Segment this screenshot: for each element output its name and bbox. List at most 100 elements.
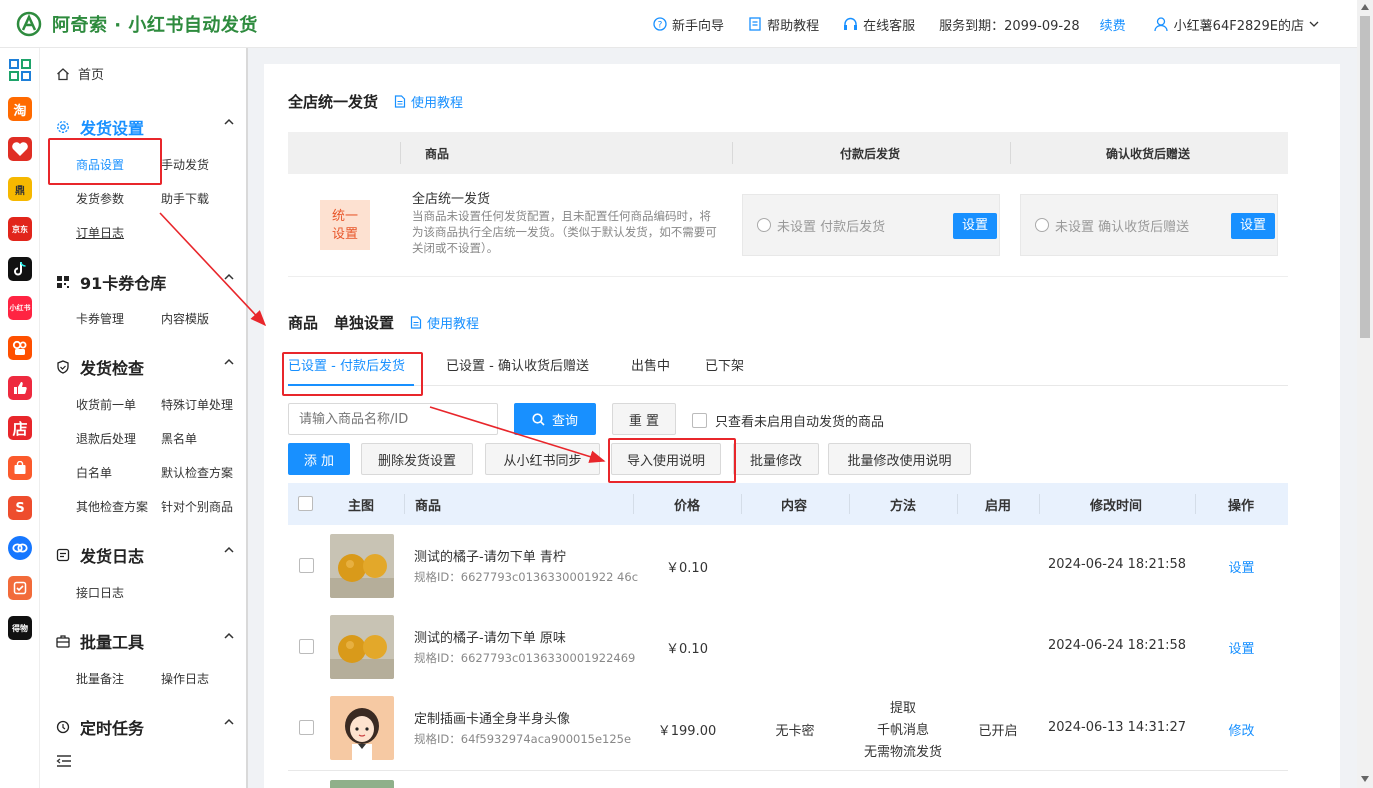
- menu-item-order-log[interactable]: 订单日志: [76, 224, 124, 241]
- menu-group-title: 定时任务: [80, 719, 145, 738]
- thumb-icon[interactable]: [8, 376, 32, 400]
- row-checkbox[interactable]: [299, 720, 314, 735]
- product-image[interactable]: [330, 780, 394, 788]
- row-set-button[interactable]: 设置: [1195, 557, 1288, 576]
- menu-item-other-check[interactable]: 其他检查方案: [76, 498, 148, 515]
- method-line: 无需物流发货: [863, 745, 942, 760]
- menu-item-batch-note[interactable]: 批量备注: [76, 670, 124, 687]
- annotation-box-import-button: [608, 438, 736, 483]
- menu-item-whitelist[interactable]: 白名单: [76, 464, 112, 481]
- menu-group-title: 发货检查: [80, 359, 145, 378]
- menu-item-operation-log[interactable]: 操作日志: [161, 670, 209, 687]
- menu-group-scheduled-tasks[interactable]: 定时任务: [56, 715, 234, 739]
- delete-settings-button[interactable]: 删除发货设置: [361, 443, 473, 475]
- only-unenabled-checkbox[interactable]: [692, 413, 707, 428]
- guide-link[interactable]: ? 新手向导: [653, 15, 724, 34]
- menu-item-per-product[interactable]: 针对个别商品: [161, 498, 233, 515]
- product-price: ￥0.10: [666, 642, 708, 657]
- tab-configured-confirm-gift[interactable]: 已设置 - 确认收货后赠送: [446, 355, 589, 374]
- row-checkbox[interactable]: [299, 639, 314, 654]
- global-tutorial-link[interactable]: 使用教程: [394, 92, 463, 111]
- annotation-box-product-settings: [48, 138, 162, 185]
- query-button[interactable]: 查询: [514, 403, 596, 435]
- app-logo[interactable]: 阿奇索 · 小红书自动发货: [14, 9, 258, 39]
- sync-button[interactable]: 从小红书同步: [485, 443, 600, 475]
- renew-link[interactable]: 续费: [1100, 15, 1126, 34]
- menu-scrollbar[interactable]: [246, 48, 248, 788]
- jd-icon[interactable]: 京东: [8, 217, 32, 241]
- kuaishou-icon[interactable]: [8, 336, 32, 360]
- clock-icon: [56, 720, 70, 734]
- menu-item-default-check[interactable]: 默认检查方案: [161, 464, 233, 481]
- dewu-icon[interactable]: 得物: [8, 616, 32, 640]
- menu-item-manual-ship[interactable]: 手动发货: [161, 156, 209, 173]
- select-all-checkbox[interactable]: [298, 496, 313, 511]
- xiaohongshu-icon[interactable]: 小红书: [8, 296, 32, 320]
- product-search-input[interactable]: [288, 403, 498, 435]
- shopee-icon[interactable]: S: [8, 496, 32, 520]
- search-icon: [532, 412, 545, 426]
- tab-off-shelf[interactable]: 已下架: [705, 355, 744, 374]
- pinduoduo-icon[interactable]: [8, 137, 32, 161]
- confirm-gift-set-button[interactable]: 设置: [1231, 213, 1275, 239]
- menu-group-ship-settings[interactable]: 发货设置: [56, 115, 234, 139]
- menu-item-content-template[interactable]: 内容模版: [161, 310, 209, 327]
- radio-icon[interactable]: [1035, 218, 1049, 232]
- menu-group-ship-check[interactable]: 发货检查: [56, 355, 234, 379]
- product-image-orange[interactable]: [330, 615, 394, 679]
- menu-item-ship-params[interactable]: 发货参数: [76, 190, 124, 207]
- batch-edit-desc-button[interactable]: 批量修改使用说明: [828, 443, 971, 475]
- douyin-mall-icon[interactable]: 鼎: [8, 177, 32, 201]
- product-image-avatar[interactable]: [330, 696, 394, 760]
- product-sku: 规格ID：6627793c0136330001922469: [414, 651, 636, 665]
- menu-item-after-refund[interactable]: 退款后处理: [76, 430, 136, 447]
- menu-home[interactable]: 首页: [56, 64, 104, 83]
- reset-button[interactable]: 重 置: [612, 403, 676, 435]
- collapse-menu-button[interactable]: [56, 754, 72, 772]
- help-link[interactable]: 帮助教程: [748, 15, 819, 34]
- only-unenabled-option[interactable]: 只查看未启用自动发货的商品: [692, 411, 884, 430]
- row-set-button[interactable]: 设置: [1195, 638, 1288, 657]
- menu-group-ship-log[interactable]: 发货日志: [56, 543, 234, 567]
- taobao-icon[interactable]: 淘: [8, 97, 32, 121]
- menu-item-helper-download[interactable]: 助手下载: [161, 190, 209, 207]
- support-link[interactable]: 在线客服: [843, 15, 915, 34]
- tutorial-label: 使用教程: [411, 96, 464, 111]
- product-image-orange[interactable]: [330, 534, 394, 598]
- document-icon: [394, 95, 406, 108]
- menu-item-card-management[interactable]: 卡券管理: [76, 310, 124, 327]
- page-scrollbar[interactable]: [1357, 0, 1373, 788]
- tab-on-sale[interactable]: 出售中: [631, 355, 670, 374]
- product-title-b: 单独设置: [334, 314, 395, 332]
- th-method: 方法: [890, 499, 917, 514]
- tiktok-icon[interactable]: [8, 257, 32, 281]
- th-action: 操作: [1228, 499, 1255, 514]
- menu-item-api-log[interactable]: 接口日志: [76, 584, 124, 601]
- check-app-icon[interactable]: [8, 576, 32, 600]
- grid-app-icon[interactable]: [8, 58, 32, 82]
- question-icon: ?: [653, 17, 667, 31]
- scrollbar-thumb[interactable]: [1360, 16, 1370, 338]
- store-app-icon[interactable]: 店: [8, 416, 32, 440]
- menu-item-blacklist[interactable]: 黑名单: [161, 430, 197, 447]
- add-button[interactable]: 添 加: [288, 443, 350, 475]
- radio-icon[interactable]: [757, 218, 771, 232]
- pay-ship-set-button[interactable]: 设置: [953, 213, 997, 239]
- menu-item-special-orders[interactable]: 特殊订单处理: [161, 396, 233, 413]
- help-label: 帮助教程: [767, 18, 820, 34]
- toolbox-icon: [56, 634, 70, 648]
- link-app-icon[interactable]: [8, 536, 32, 560]
- menu-item-before-receipt[interactable]: 收货前一单: [76, 396, 136, 413]
- row-checkbox[interactable]: [299, 558, 314, 573]
- row-edit-button[interactable]: 修改: [1195, 720, 1288, 739]
- menu-group-card-warehouse[interactable]: 91卡券仓库: [56, 270, 234, 294]
- global-desc: 当商品未设置任何发货配置，且未配置任何商品编码时，将为该商品执行全店统一发货。（…: [412, 209, 717, 255]
- user-menu[interactable]: 小红薯64F2829E的店: [1154, 15, 1319, 34]
- bag-icon[interactable]: [8, 456, 32, 480]
- pay-status-text: 未设置 付款后发货: [777, 219, 886, 235]
- support-label: 在线客服: [863, 18, 916, 34]
- menu-group-batch-tools[interactable]: 批量工具: [56, 629, 234, 653]
- product-tutorial-link[interactable]: 使用教程: [410, 313, 479, 332]
- col-product: 商品: [425, 147, 450, 161]
- batch-edit-button[interactable]: 批量修改: [733, 443, 819, 475]
